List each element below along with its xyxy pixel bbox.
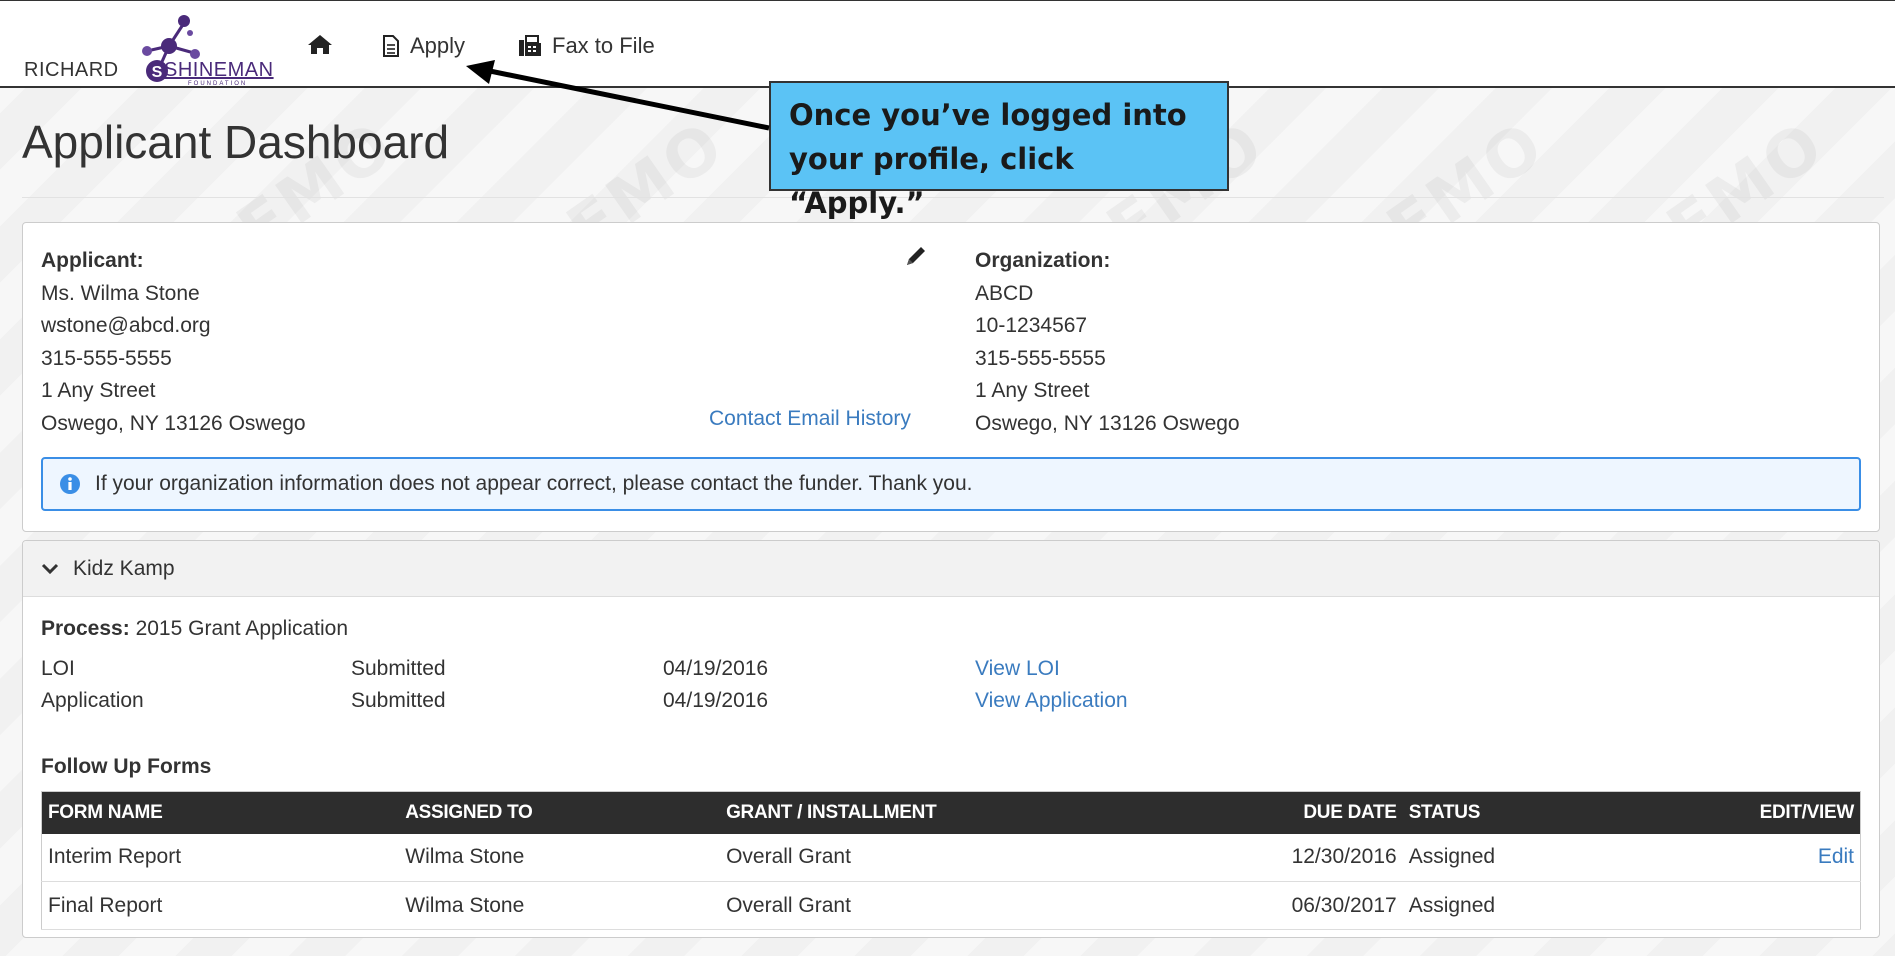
- table-header-row: FORM NAME ASSIGNED TO GRANT / INSTALLMEN…: [41, 791, 1861, 834]
- form-assigned: Wilma Stone: [399, 881, 721, 930]
- view-application-link[interactable]: View Application: [975, 689, 1128, 713]
- form-grant: Overall Grant: [720, 833, 1160, 882]
- page-title: Applicant Dashboard: [22, 116, 450, 168]
- step-name: LOI: [41, 657, 75, 680]
- form-grant: Overall Grant: [720, 881, 1160, 930]
- follow-up-table: FORM NAME ASSIGNED TO GRANT / INSTALLMEN…: [41, 791, 1861, 930]
- col-grant-installment: GRANT / INSTALLMENT: [720, 791, 1160, 834]
- logo-word-shineman: SHINEMAN: [164, 59, 274, 81]
- organization-city: Oswego, NY 13126 Oswego: [975, 411, 1240, 435]
- follow-up-heading: Follow Up Forms: [41, 755, 212, 778]
- applicant-email: wstone@abcd.org: [41, 314, 211, 337]
- table-row: Final Report Wilma Stone Overall Grant 0…: [41, 881, 1861, 930]
- top-nav: S RICHARD SHINEMAN FOUNDATION Apply Fax …: [0, 0, 1895, 88]
- nav-fax-to-file-button[interactable]: Fax to File: [518, 33, 655, 59]
- callout-line-2: your profile, click “Apply.”: [789, 142, 1074, 220]
- applicant-name: Ms. Wilma Stone: [41, 281, 200, 305]
- col-edit-view: EDIT/VIEW: [1602, 791, 1861, 834]
- chevron-down-icon: [41, 563, 59, 574]
- document-icon: [383, 35, 399, 57]
- project-name: Kidz Kamp: [73, 556, 175, 580]
- form-name: Final Report: [41, 881, 400, 930]
- form-assigned: Wilma Stone: [399, 833, 721, 882]
- callout-line-1: Once you’ve logged into: [789, 98, 1187, 132]
- nav-apply-button[interactable]: Apply: [382, 33, 465, 59]
- form-status: Assigned: [1402, 833, 1603, 882]
- edit-form-link[interactable]: Edit: [1818, 845, 1854, 868]
- info-icon: [60, 474, 80, 494]
- nav-apply-label: Apply: [410, 33, 466, 58]
- project-header[interactable]: Kidz Kamp: [23, 541, 1879, 597]
- step-status: Submitted: [351, 657, 446, 680]
- foundation-logo[interactable]: S RICHARD SHINEMAN FOUNDATION: [24, 11, 284, 87]
- applicant-street: 1 Any Street: [41, 379, 156, 402]
- form-name: Interim Report: [41, 833, 400, 882]
- nav-home-button[interactable]: [307, 33, 333, 55]
- svg-text:S: S: [152, 64, 163, 81]
- organization-label: Organization:: [975, 249, 1111, 272]
- home-icon: [308, 35, 332, 54]
- edit-pencil-icon[interactable]: [903, 243, 929, 269]
- contact-email-history-link[interactable]: Contact Email History: [709, 407, 911, 431]
- col-status: STATUS: [1402, 791, 1603, 834]
- process-value: 2015 Grant Application: [135, 617, 349, 640]
- applicant-city: Oswego, NY 13126 Oswego: [41, 411, 306, 435]
- col-assigned-to: ASSIGNED TO: [399, 791, 721, 834]
- applicant-phone: 315-555-5555: [41, 346, 172, 370]
- table-row: Interim Report Wilma Stone Overall Grant…: [41, 833, 1861, 882]
- step-date: 04/19/2016: [663, 689, 769, 712]
- process-line: Process: 2015 Grant Application: [41, 617, 348, 641]
- instruction-callout: Once you’ve logged into your profile, cl…: [769, 81, 1229, 220]
- applicant-label: Applicant:: [41, 249, 144, 272]
- organization-street: 1 Any Street: [975, 379, 1090, 402]
- project-panel: Kidz Kamp Process: 2015 Grant Applicatio…: [22, 540, 1880, 938]
- view-loi-link[interactable]: View LOI: [975, 657, 1060, 681]
- form-due-date: 12/30/2016: [1159, 833, 1403, 882]
- applicant-info: Applicant: Ms. Wilma Stone wstone@abcd.o…: [41, 245, 306, 440]
- fax-icon: [519, 35, 541, 56]
- col-form-name: FORM NAME: [41, 791, 400, 834]
- logo-word-richard: RICHARD: [24, 59, 119, 81]
- process-label: Process:: [41, 617, 130, 640]
- applicant-panel: Applicant: Ms. Wilma Stone wstone@abcd.o…: [22, 222, 1880, 532]
- step-status: Submitted: [351, 689, 446, 712]
- step-name: Application: [41, 689, 144, 712]
- alert-text: If your organization information does no…: [95, 472, 973, 495]
- col-due-date: DUE DATE: [1159, 791, 1403, 834]
- organization-ein: 10-1234567: [975, 314, 1088, 337]
- form-due-date: 06/30/2017: [1159, 881, 1403, 930]
- nav-fax-label: Fax to File: [552, 33, 655, 58]
- step-date: 04/19/2016: [663, 657, 769, 680]
- page: EMO EMO EMO EMO EMO S RICHARD SHINEMAN F…: [0, 0, 1895, 956]
- organization-info: Organization: ABCD 10-1234567 315-555-55…: [975, 245, 1240, 440]
- form-status: Assigned: [1402, 881, 1603, 930]
- logo-subtitle: FOUNDATION: [188, 81, 248, 87]
- organization-name: ABCD: [975, 281, 1034, 305]
- info-alert: If your organization information does no…: [41, 457, 1861, 511]
- organization-phone: 315-555-5555: [975, 346, 1106, 370]
